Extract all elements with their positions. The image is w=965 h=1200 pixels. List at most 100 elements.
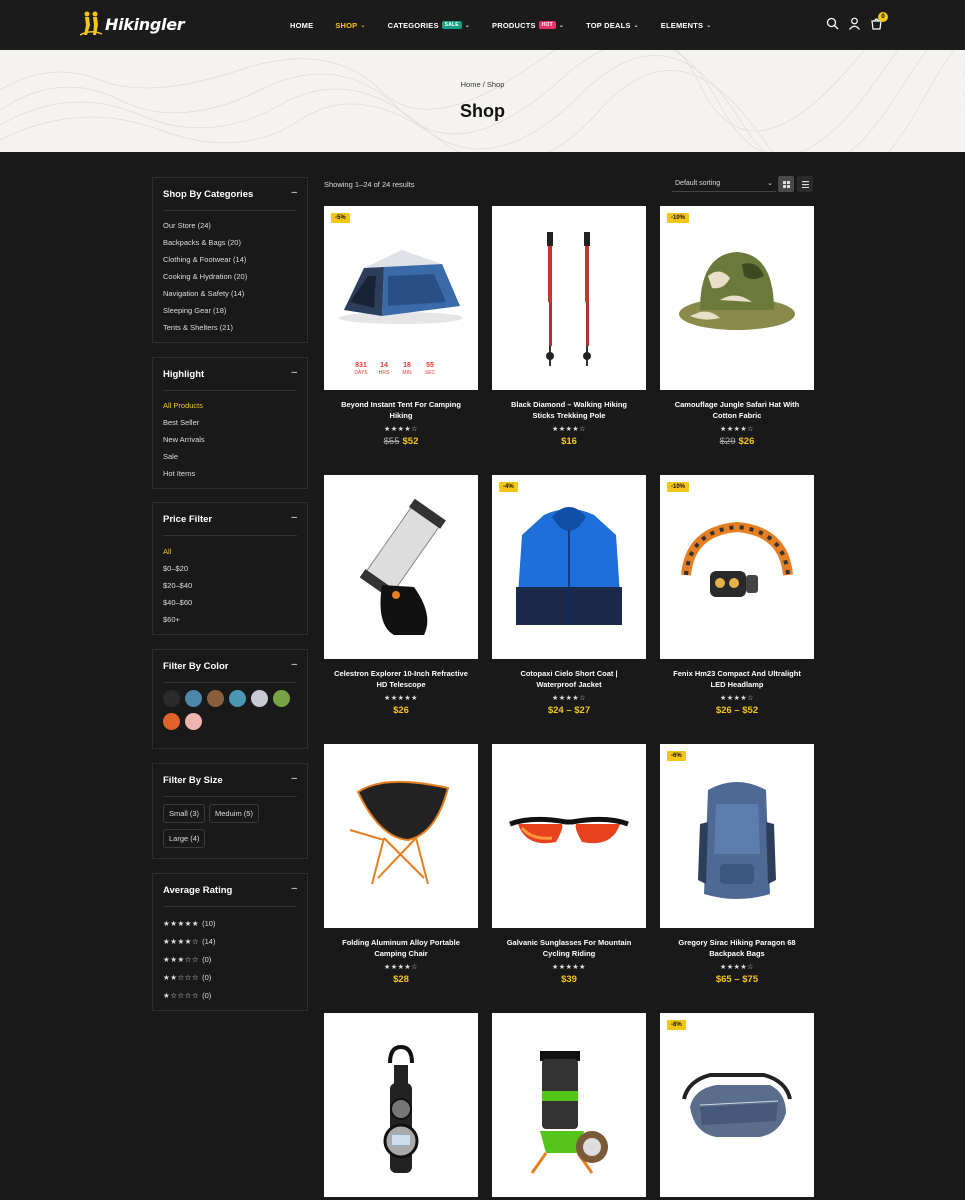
highlight-link[interactable]: Hot Items	[163, 468, 205, 485]
product-image[interactable]: -8%	[660, 1013, 814, 1197]
product-name[interactable]: Black Diamond – Walking Hiking Sticks Tr…	[492, 399, 646, 421]
grid-view-button[interactable]	[778, 176, 794, 192]
collapse-icon[interactable]: –	[291, 368, 297, 390]
rating-filter-option[interactable]: ★☆☆☆☆ (0)	[163, 986, 215, 1004]
collapse-icon[interactable]: –	[291, 660, 297, 682]
product-card[interactable]	[324, 1013, 478, 1197]
category-link[interactable]: Clothing & Footwear (14)	[163, 254, 247, 271]
collapse-icon[interactable]: –	[291, 513, 297, 535]
grid-icon	[782, 180, 790, 188]
collapse-icon[interactable]: –	[291, 188, 297, 210]
product-image[interactable]: -6%	[660, 744, 814, 928]
product-image[interactable]	[492, 1013, 646, 1197]
nav-item-shop[interactable]: SHOP ⌄	[335, 21, 365, 30]
rating-filter-option[interactable]: ★★☆☆☆ (0)	[163, 968, 215, 986]
list-view-button[interactable]	[797, 176, 813, 192]
product-price: $26 – $52	[660, 705, 814, 716]
product-name[interactable]: Celestron Explorer 10-Inch Refractive HD…	[324, 668, 478, 690]
highlight-link[interactable]: Sale	[163, 451, 205, 468]
nav-item-home[interactable]: HOME	[290, 21, 313, 30]
widget-header[interactable]: Average Rating –	[163, 884, 297, 907]
color-swatch[interactable]	[207, 690, 224, 707]
rating-filter-option[interactable]: ★★★★☆ (14)	[163, 932, 215, 950]
product-card[interactable]: Folding Aluminum Alloy Portable Camping …	[324, 744, 478, 985]
product-image[interactable]	[324, 744, 478, 928]
widget-header[interactable]: Filter By Size –	[163, 774, 297, 797]
product-image[interactable]	[324, 1013, 478, 1197]
highlight-link[interactable]: All Products	[163, 400, 205, 417]
price-range-link[interactable]: $20–$40	[163, 580, 192, 597]
widget-header[interactable]: Shop By Categories –	[163, 188, 297, 211]
product-image[interactable]: -10%	[660, 206, 814, 390]
category-link[interactable]: Tents & Shelters (21)	[163, 322, 247, 339]
chevron-down-icon: ⌄	[360, 22, 366, 29]
product-card[interactable]: -6% Gregory Sirac Hiking Paragon 68 Backp…	[660, 744, 814, 985]
product-name[interactable]: Folding Aluminum Alloy Portable Camping …	[324, 937, 478, 959]
category-link[interactable]: Backpacks & Bags (20)	[163, 237, 247, 254]
product-card[interactable]: -10% Camouflage Jungle Safari Hat With Co…	[660, 206, 814, 447]
product-card[interactable]	[492, 1013, 646, 1197]
main-nav: HOME SHOP ⌄ CATEGORIES SALE ⌄ PRODUCTS HOT ⌄ TOP …	[290, 0, 733, 50]
sort-select[interactable]: Default sorting ⌄	[672, 177, 776, 192]
rating-count: (14)	[202, 936, 216, 946]
brand-logo[interactable]: Hikingler	[79, 11, 185, 37]
product-image[interactable]: -5% 831 DAYS 14 HRS 18 MIN 55 SEC	[324, 206, 478, 390]
product-card[interactable]: Black Diamond – Walking Hiking Sticks Tr…	[492, 206, 646, 447]
search-icon[interactable]	[826, 17, 839, 30]
cart-icon[interactable]: 0	[870, 12, 888, 30]
nav-item-top-deals[interactable]: TOP DEALS ⌄	[586, 21, 639, 30]
product-image[interactable]	[492, 744, 646, 928]
product-card[interactable]: -10% Fenix Hm23 Compact And Ultralight LE…	[660, 475, 814, 716]
category-link[interactable]: Navigation & Safety (14)	[163, 288, 247, 305]
nav-item-products[interactable]: PRODUCTS HOT ⌄	[492, 21, 564, 30]
size-option[interactable]: Large (4)	[163, 829, 206, 848]
category-link[interactable]: Cooking & Hydration (20)	[163, 271, 247, 288]
nav-item-elements[interactable]: ELEMENTS ⌄	[661, 21, 712, 30]
color-swatch[interactable]	[163, 690, 180, 707]
product-card[interactable]: -8%	[660, 1013, 814, 1197]
rating-filter-option[interactable]: ★★★☆☆ (0)	[163, 950, 215, 968]
product-image[interactable]: -10%	[660, 475, 814, 659]
price-range-link[interactable]: $40–$60	[163, 597, 192, 614]
collapse-icon[interactable]: –	[291, 884, 297, 906]
product-name[interactable]: Beyond Instant Tent For Camping Hiking	[324, 399, 478, 421]
price-range-link[interactable]: All	[163, 546, 192, 563]
color-swatch[interactable]	[163, 713, 180, 730]
color-swatch[interactable]	[185, 690, 202, 707]
category-link[interactable]: Sleeping Gear (18)	[163, 305, 247, 322]
widget-header[interactable]: Highlight –	[163, 368, 297, 391]
product-name[interactable]: Galvanic Sunglasses For Mountain Cycling…	[492, 937, 646, 959]
price-range-link[interactable]: $0–$20	[163, 563, 192, 580]
collapse-icon[interactable]: –	[291, 774, 297, 796]
category-list: Our Store (24) Backpacks & Bags (20) Cloth…	[163, 220, 247, 339]
size-option[interactable]: Meduim (5)	[209, 804, 259, 823]
nav-item-categories[interactable]: CATEGORIES SALE ⌄	[388, 21, 470, 30]
product-card[interactable]: Galvanic Sunglasses For Mountain Cycling…	[492, 744, 646, 985]
price-filter-widget: Price Filter – All $0–$20 $20–$40 $40–$60 $6…	[152, 502, 308, 635]
user-icon[interactable]	[848, 17, 861, 30]
product-name[interactable]: Camouflage Jungle Safari Hat With Cotton…	[660, 399, 814, 421]
product-name[interactable]: Cotopaxi Cielo Short Coat | Waterproof J…	[492, 668, 646, 690]
product-card[interactable]: -4% Cotopaxi Cielo Short Coat | Waterproo…	[492, 475, 646, 716]
product-card[interactable]: Celestron Explorer 10-Inch Refractive HD…	[324, 475, 478, 716]
size-option[interactable]: Small (3)	[163, 804, 206, 823]
product-name[interactable]: Gregory Sirac Hiking Paragon 68 Backpack…	[660, 937, 814, 959]
countdown-unit: 18 MIN	[398, 362, 416, 376]
hot-tag: HOT	[538, 21, 556, 29]
category-link[interactable]: Our Store (24)	[163, 220, 247, 237]
rating-filter-option[interactable]: ★★★★★ (10)	[163, 914, 215, 932]
price-range-link[interactable]: $60+	[163, 614, 192, 631]
product-image[interactable]: -4%	[492, 475, 646, 659]
product-card[interactable]: -5% 831 DAYS 14 HRS 18 MIN 55 SEC Beyond Instant …	[324, 206, 478, 447]
color-swatch[interactable]	[273, 690, 290, 707]
color-swatch[interactable]	[185, 713, 202, 730]
color-swatch[interactable]	[229, 690, 246, 707]
highlight-link[interactable]: New Arrivals	[163, 434, 205, 451]
widget-header[interactable]: Price Filter –	[163, 513, 297, 536]
product-name[interactable]: Fenix Hm23 Compact And Ultralight LED He…	[660, 668, 814, 690]
widget-header[interactable]: Filter By Color –	[163, 660, 297, 683]
color-swatch[interactable]	[251, 690, 268, 707]
product-image[interactable]	[492, 206, 646, 390]
highlight-link[interactable]: Best Seller	[163, 417, 205, 434]
product-image[interactable]	[324, 475, 478, 659]
